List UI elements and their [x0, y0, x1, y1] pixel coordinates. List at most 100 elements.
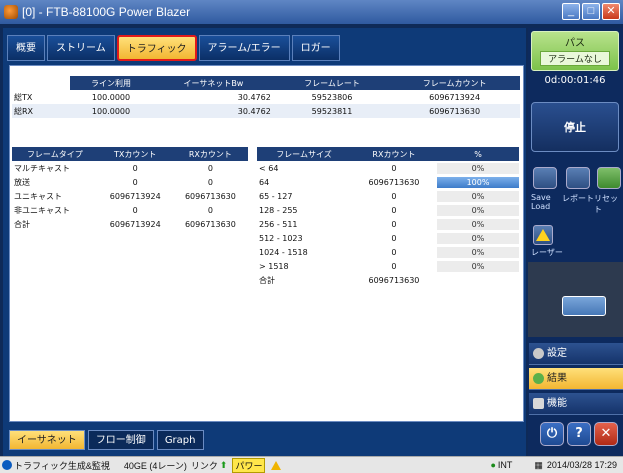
app-icon: [4, 5, 18, 19]
percent-cell: 0%: [437, 203, 519, 217]
table-row: 128 - 255 0 0%: [257, 203, 519, 217]
tab-alarm-error[interactable]: アラーム/エラー: [198, 35, 290, 61]
tab-traffic[interactable]: トラフィック: [116, 35, 197, 61]
percent-cell: 0%: [437, 189, 519, 203]
percent-text: 0%: [471, 233, 485, 243]
table-row: 65 - 127 0 0%: [257, 189, 519, 203]
total-rx: 6096713630: [368, 275, 420, 285]
size-label: 128 - 255: [257, 203, 351, 217]
col-line-util: ライン利用: [70, 76, 153, 90]
close-button[interactable]: ✕: [602, 3, 620, 20]
size-label: 512 - 1023: [257, 231, 351, 245]
table-row: 放送 0 0: [12, 175, 248, 189]
table-row-total: 合計 6096713630: [257, 273, 519, 287]
row-label: 放送: [12, 175, 98, 189]
power-icon[interactable]: ⏻: [540, 422, 564, 446]
col-rx-count: RXカウント: [172, 147, 248, 161]
test-status-badge: パス アラームなし: [531, 31, 619, 71]
row-label: ユニキャスト: [12, 189, 98, 203]
rx-count: 6096713630: [368, 177, 420, 187]
percent-bar: 0%: [437, 260, 519, 272]
table-row: 512 - 1023 0 0%: [257, 231, 519, 245]
stats-table: ライン利用 イーサネットBw フレームレート フレームカウント 総TX 100.…: [12, 76, 520, 118]
close-app-icon[interactable]: ✕: [594, 422, 618, 446]
window-title: [0] - FTB-88100G Power Blazer: [22, 5, 191, 19]
frame-type-table: フレームタイプ TXカウント RXカウント マルチキャスト 0 0 放送 0 0 ユニキ…: [12, 147, 248, 231]
percent-cell: 0%: [437, 231, 519, 245]
percent-text: 0%: [471, 205, 485, 215]
status-link: リンク: [190, 460, 218, 471]
save-load-icon[interactable]: [533, 167, 557, 189]
menu-functions[interactable]: 機能: [529, 393, 623, 415]
size-label: 256 - 511: [257, 217, 351, 231]
percent-bar: 0%: [437, 232, 519, 244]
table-cell: 59523806: [311, 92, 353, 102]
tab-stream[interactable]: ストリーム: [47, 35, 115, 61]
reset-icon[interactable]: [597, 167, 621, 189]
status-clock-source: INT: [497, 460, 513, 470]
table-cell: 0: [132, 163, 138, 173]
col-eth-bw: イーサネットBw: [152, 76, 275, 90]
table-row: 合計 6096713924 6096713630: [12, 217, 248, 231]
frame-size-table: フレームサイズ RXカウント % < 64 0 0% 64 6096713630 100%…: [257, 147, 519, 287]
tools-icon: [533, 398, 544, 409]
tab-summary[interactable]: 概要: [7, 35, 45, 61]
status-power: パワー: [232, 457, 266, 473]
col-frame-size: フレームサイズ: [257, 147, 351, 161]
percent-text: 0%: [471, 261, 485, 271]
report-label: レポート: [562, 194, 594, 203]
tab-flow-control[interactable]: フロー制御: [87, 430, 154, 450]
laser-warning-icon[interactable]: [533, 225, 553, 245]
table-cell: 6096713630: [184, 191, 236, 201]
size-label: 65 - 127: [257, 189, 351, 203]
maximize-button[interactable]: □: [582, 3, 600, 20]
table-cell: 0: [132, 205, 138, 215]
row-label: 総TX: [12, 90, 70, 104]
elapsed-timer: 0d:00:01:46: [544, 75, 606, 86]
tab-graph[interactable]: Graph: [156, 430, 204, 450]
table-cell: 0: [207, 205, 213, 215]
reset-label: リセット: [594, 194, 618, 214]
col-tx-count: TXカウント: [97, 147, 173, 161]
minimize-button[interactable]: _: [562, 3, 580, 20]
table-cell: 6096713630: [389, 104, 520, 118]
size-label: 64: [257, 175, 351, 189]
row-label: 非ユニキャスト: [12, 203, 98, 217]
table-cell: 6096713924: [429, 92, 481, 102]
table-row: 非ユニキャスト 0 0: [12, 203, 248, 217]
laser-label: レーザー: [531, 248, 563, 257]
percent-bar: 100%: [437, 176, 519, 188]
col-frame-count: フレームカウント: [389, 76, 520, 90]
tab-logger[interactable]: ロガー: [291, 35, 340, 61]
help-icon[interactable]: ?: [567, 422, 591, 446]
row-label: 総RX: [12, 104, 70, 118]
menu-settings[interactable]: 設定: [529, 343, 623, 365]
percent-bar: 0%: [437, 246, 519, 258]
table-cell: 100.0000: [91, 92, 131, 102]
percent-cell: 0%: [437, 217, 519, 231]
menu-results[interactable]: 結果: [529, 368, 623, 390]
status-bar: トラフィック生成&監視 40GE (4レーン) リンク ⬆ パワー ● INT …: [0, 456, 623, 473]
table-cell: 30.4762: [152, 104, 275, 118]
menu-functions-label: 機能: [547, 398, 567, 409]
top-tabs: 概要 ストリーム トラフィック アラーム/エラー ロガー: [7, 35, 340, 61]
keyboard-camera-icon[interactable]: [562, 296, 606, 316]
traffic-content: ライン利用 イーサネットBw フレームレート フレームカウント 総TX 100.…: [9, 65, 524, 422]
table-cell: 0: [207, 177, 213, 187]
gear-icon: [533, 348, 544, 359]
percent-text: 100%: [466, 177, 490, 187]
table-cell: 0: [132, 177, 138, 187]
tab-ethernet[interactable]: イーサネット: [9, 430, 85, 450]
percent-bar: 0%: [437, 190, 519, 202]
percent-text: 0%: [471, 163, 485, 173]
report-icon[interactable]: [566, 167, 590, 189]
menu-results-label: 結果: [547, 373, 567, 384]
table-cell: 59523811: [274, 104, 390, 118]
stats-header-blank: [12, 76, 70, 90]
rx-count: 0: [391, 219, 397, 229]
percent-bar: 0%: [437, 162, 519, 174]
row-label: 合計: [12, 217, 98, 231]
results-icon: [533, 373, 544, 384]
stop-button[interactable]: 停止: [531, 102, 619, 152]
rx-count: 0: [391, 205, 397, 215]
